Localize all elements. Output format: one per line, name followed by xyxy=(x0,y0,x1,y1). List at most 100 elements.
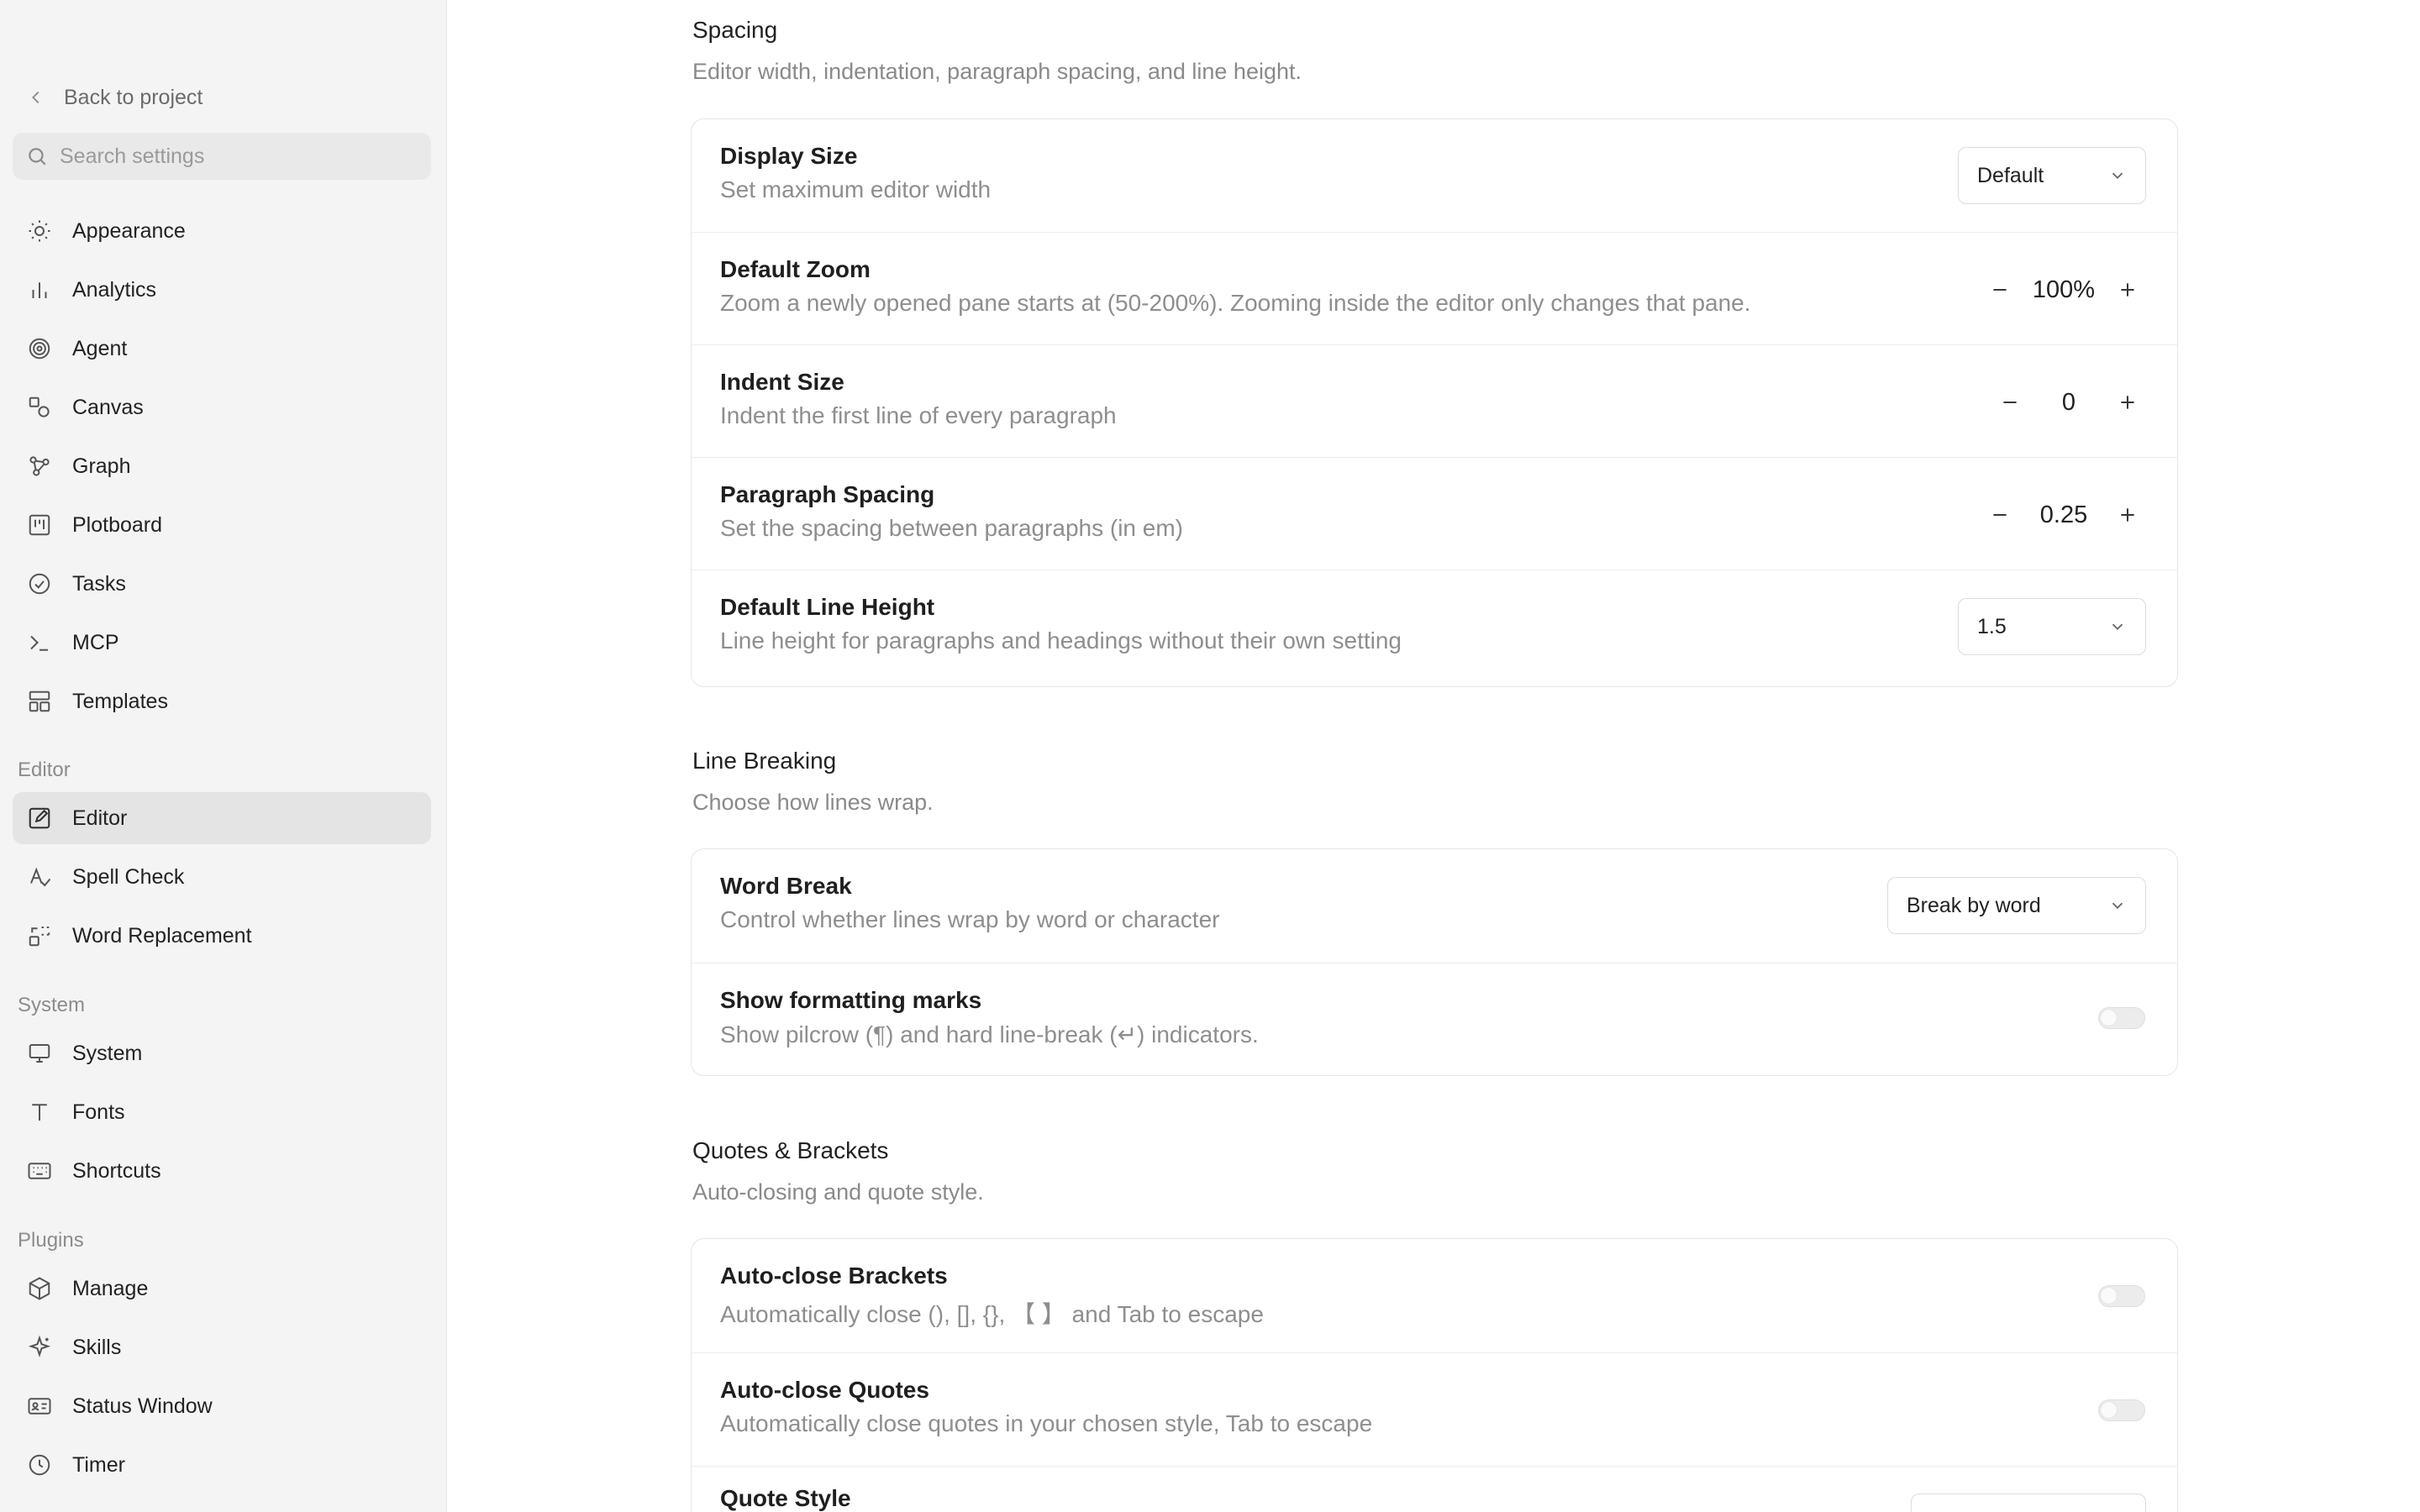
sidebar-item-label: Analytics xyxy=(72,277,157,302)
increment-button[interactable] xyxy=(2109,384,2146,421)
increment-button[interactable] xyxy=(2109,496,2146,533)
display-size-select[interactable]: Default xyxy=(1958,147,2146,204)
sidebar-item-label: Agent xyxy=(72,336,128,360)
sidebar-item-label: MCP xyxy=(72,630,119,654)
indent-size-stepper: 0 xyxy=(1991,379,2146,426)
setting-row-formatting-marks: Show formatting marks Show pilcrow (¶) a… xyxy=(692,963,2177,1075)
decrement-button[interactable] xyxy=(1981,271,2018,308)
sidebar-item-label: Spell Check xyxy=(72,864,185,889)
monitor-icon xyxy=(29,1044,50,1063)
decrement-button[interactable] xyxy=(1981,496,2018,533)
search-input[interactable] xyxy=(60,144,413,169)
sidebar-item-status-window[interactable]: Status Window xyxy=(13,1380,431,1432)
setting-title: Paragraph Spacing xyxy=(720,481,935,507)
sidebar-item-fonts[interactable]: Fonts xyxy=(13,1086,431,1138)
formatting-marks-toggle[interactable] xyxy=(2098,1007,2145,1029)
setting-title: Auto-close Brackets xyxy=(720,1263,948,1289)
setting-row-paragraph-spacing: Paragraph Spacing Set the spacing betwee… xyxy=(692,457,2177,570)
sidebar-item-shortcuts[interactable]: Shortcuts xyxy=(13,1145,431,1197)
terminal-icon xyxy=(30,635,48,651)
sidebar-item-mcp[interactable]: MCP xyxy=(13,617,431,669)
sidebar-item-graph[interactable]: Graph xyxy=(13,440,431,492)
sidebar-item-analytics[interactable]: Analytics xyxy=(13,264,431,316)
setting-title: Word Break xyxy=(720,873,852,899)
sidebar-item-skills[interactable]: Skills xyxy=(13,1321,431,1373)
sidebar-item-label: Canvas xyxy=(72,395,144,419)
layout-icon xyxy=(29,690,50,712)
decrement-button[interactable] xyxy=(1991,384,2028,421)
sidebar-item-timer[interactable]: Timer xyxy=(13,1439,431,1491)
setting-desc: Line height for paragraphs and headings … xyxy=(720,627,1402,654)
section-label-plugins: Plugins xyxy=(18,1229,84,1252)
setting-desc: Show pilcrow (¶) and hard line-break (↵)… xyxy=(720,1021,1259,1047)
auto-quotes-toggle[interactable] xyxy=(2098,1399,2145,1421)
back-label: Back to project xyxy=(64,85,203,109)
plus-icon xyxy=(2121,508,2134,522)
section-desc-spacing: Editor width, indentation, paragraph spa… xyxy=(692,59,1302,84)
minus-icon xyxy=(1993,289,2007,291)
setting-desc: Automatically close quotes in your chose… xyxy=(720,1410,1373,1436)
section-title-spacing: Spacing xyxy=(692,17,778,43)
sidebar-item-label: Tasks xyxy=(72,571,126,596)
chevron-down-icon xyxy=(2112,172,2123,180)
paragraph-spacing-stepper: 0.25 xyxy=(1981,491,2146,538)
setting-row-word-break: Word Break Control whether lines wrap by… xyxy=(692,849,2177,962)
clock-icon xyxy=(29,1454,50,1476)
chevron-down-icon xyxy=(2112,623,2123,631)
setting-desc: Zoom a newly opened pane starts at (50-2… xyxy=(720,290,1751,316)
quote-style-select[interactable] xyxy=(1911,1494,2146,1512)
settings-window: Back to project Appearance Analytics Age… xyxy=(0,0,2420,1512)
spiral-icon xyxy=(29,338,50,360)
increment-button[interactable] xyxy=(2109,271,2146,308)
setting-title: Display Size xyxy=(720,143,858,169)
sidebar-item-system[interactable]: System xyxy=(13,1027,431,1079)
sidebar-item-label: Timer xyxy=(72,1452,125,1477)
sidebar-item-spell-check[interactable]: Spell Check xyxy=(13,851,431,903)
setting-row-display-size: Display Size Set maximum editor width De… xyxy=(692,119,2177,232)
line-breaking-card: Word Break Control whether lines wrap by… xyxy=(691,848,2178,1076)
sidebar: Back to project Appearance Analytics Age… xyxy=(0,0,447,1512)
setting-desc: Control whether lines wrap by word or ch… xyxy=(720,906,1220,932)
sidebar-item-canvas[interactable]: Canvas xyxy=(13,381,431,433)
graph-nodes-icon xyxy=(29,456,50,476)
select-value: Break by word xyxy=(1907,893,2041,917)
chevron-down-icon xyxy=(2112,902,2123,910)
sidebar-item-appearance[interactable]: Appearance xyxy=(13,205,431,257)
setting-title: Show formatting marks xyxy=(720,987,982,1013)
chevron-left-icon xyxy=(32,91,39,104)
spacing-card: Display Size Set maximum editor width De… xyxy=(691,118,2178,687)
word-break-select[interactable]: Break by word xyxy=(1887,877,2146,934)
sidebar-item-templates[interactable]: Templates xyxy=(13,675,431,727)
search-icon xyxy=(29,148,46,165)
sidebar-item-agent[interactable]: Agent xyxy=(13,323,431,375)
setting-title: Default Line Height xyxy=(720,594,935,620)
sidebar-item-label: Editor xyxy=(72,806,128,830)
sidebar-item-label: Status Window xyxy=(72,1394,213,1418)
plus-icon xyxy=(2121,283,2134,297)
search-settings[interactable] xyxy=(13,133,431,180)
replace-icon xyxy=(29,927,50,947)
section-title-line-breaking: Line Breaking xyxy=(692,748,837,774)
sidebar-item-editor[interactable]: Editor xyxy=(13,792,431,844)
stepper-value[interactable]: 100% xyxy=(2018,276,2109,304)
sidebar-item-label: Templates xyxy=(72,689,168,713)
select-value: 1.5 xyxy=(1977,614,2007,638)
plus-icon xyxy=(2121,396,2134,409)
sidebar-item-manage[interactable]: Manage xyxy=(13,1263,431,1315)
setting-row-line-height: Default Line Height Line height for para… xyxy=(692,570,2177,682)
setting-row-quote-style: Quote Style xyxy=(692,1466,2177,1512)
sidebar-item-tasks[interactable]: Tasks xyxy=(13,558,431,610)
minus-icon xyxy=(1993,514,2007,516)
setting-row-indent-size: Indent Size Indent the first line of eve… xyxy=(692,344,2177,457)
sidebar-item-word-replacement[interactable]: Word Replacement xyxy=(13,910,431,962)
setting-desc: Indent the first line of every paragraph xyxy=(720,402,1117,428)
back-to-project-link[interactable]: Back to project xyxy=(27,81,203,114)
sidebar-item-plotboard[interactable]: Plotboard xyxy=(13,499,431,551)
stepper-value[interactable]: 0 xyxy=(2028,389,2109,417)
stepper-value[interactable]: 0.25 xyxy=(2018,501,2109,529)
sidebar-item-label: Fonts xyxy=(72,1100,125,1124)
id-card-icon xyxy=(28,1398,51,1415)
line-height-select[interactable]: 1.5 xyxy=(1958,598,2146,655)
auto-brackets-toggle[interactable] xyxy=(2098,1285,2145,1307)
section-label-system: System xyxy=(18,994,86,1016)
